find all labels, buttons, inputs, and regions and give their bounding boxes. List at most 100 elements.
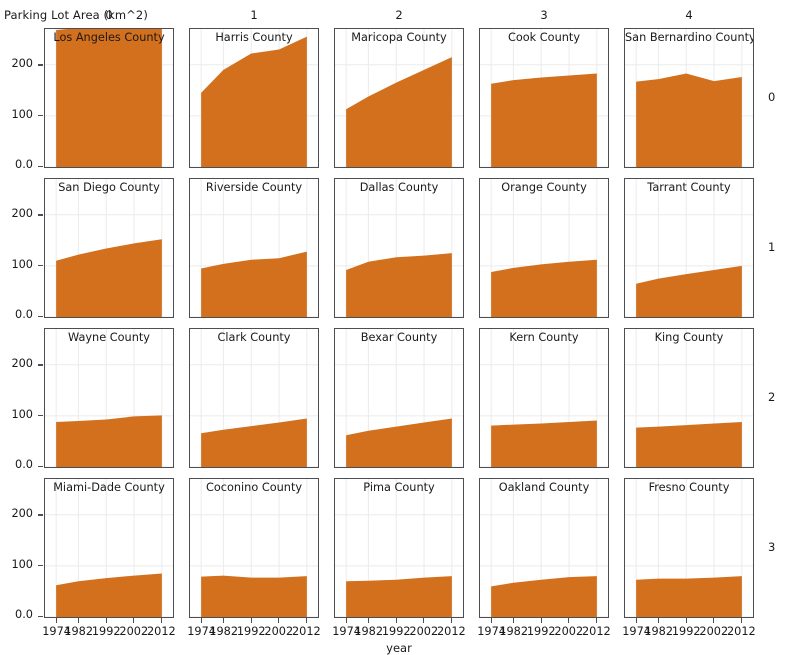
panel-plot-area <box>625 179 753 317</box>
x-tick-mark <box>568 618 570 623</box>
column-strip-label-0: 0 <box>105 8 113 22</box>
panel-plot-area <box>335 29 463 167</box>
y-tick-mark <box>38 265 43 267</box>
y-tick-label: 100 <box>11 557 33 571</box>
area-series <box>346 418 452 467</box>
facet-panel: Oakland County <box>479 478 609 618</box>
y-tick-mark <box>38 214 43 216</box>
facet-panel: Miami-Dade County <box>44 478 174 618</box>
area-series <box>636 576 742 617</box>
area-series <box>346 253 452 317</box>
y-tick-label: 200 <box>11 507 33 521</box>
panel-plot-area <box>45 479 173 617</box>
y-tick-mark <box>38 115 43 117</box>
facet-panel: Pima County <box>334 478 464 618</box>
panel-plot-area <box>190 29 318 167</box>
x-tick-mark <box>77 618 80 623</box>
facet-panel: Bexar County <box>334 328 464 468</box>
x-tick-mark <box>512 618 515 623</box>
panel-plot-area <box>190 479 318 617</box>
row-strip-label-0: 0 <box>768 90 776 104</box>
x-tick-mark <box>133 618 135 623</box>
facet-panel: Dallas County <box>334 178 464 318</box>
row-strip-label-2: 2 <box>768 390 776 404</box>
area-series <box>56 29 162 167</box>
x-tick-mark <box>345 618 348 623</box>
facet-panel: Riverside County <box>189 178 319 318</box>
y-tick-mark <box>38 315 43 318</box>
x-tick-mark <box>367 618 370 623</box>
y-tick-label: 0.0 <box>15 308 33 322</box>
facet-panel: Orange County <box>479 178 609 318</box>
y-tick-mark <box>38 165 43 168</box>
x-tick-mark <box>635 618 638 623</box>
facet-panel: Coconino County <box>189 478 319 618</box>
y-tick-label: 100 <box>11 407 33 421</box>
facet-panel: Kern County <box>479 328 609 468</box>
area-series <box>56 415 162 467</box>
panel-plot-area <box>480 179 608 317</box>
column-strip-label-2: 2 <box>395 8 403 22</box>
y-tick-label: 200 <box>11 57 33 71</box>
panel-plot-area <box>625 329 753 467</box>
x-tick-label: 2012 <box>146 625 176 638</box>
facet-panel: Cook County <box>479 28 609 168</box>
x-tick-mark <box>250 618 252 623</box>
y-tick-mark <box>38 64 43 66</box>
x-tick-label: 2012 <box>291 625 321 638</box>
area-series <box>491 576 597 617</box>
y-tick-mark <box>38 415 43 417</box>
facet-panel: Fresno County <box>624 478 754 618</box>
area-series <box>346 57 452 167</box>
x-tick-mark <box>395 618 397 623</box>
column-strip-label-3: 3 <box>540 8 548 22</box>
area-series <box>491 73 597 167</box>
y-tick-mark <box>38 615 43 618</box>
facet-panel: Harris County <box>189 28 319 168</box>
facet-panel: King County <box>624 328 754 468</box>
x-tick-mark <box>200 618 203 623</box>
panel-plot-area <box>480 479 608 617</box>
x-tick-mark <box>450 618 453 623</box>
facet-panel: Los Angeles County <box>44 28 174 168</box>
y-tick-mark <box>38 465 43 468</box>
x-tick-mark <box>105 618 107 623</box>
column-strip-label-1: 1 <box>250 8 258 22</box>
area-series <box>491 420 597 467</box>
facet-panel: Clark County <box>189 328 319 468</box>
area-series <box>56 573 162 617</box>
x-tick-mark <box>222 618 225 623</box>
row-strip-label-1: 1 <box>768 240 776 254</box>
y-tick-label: 100 <box>11 257 33 271</box>
area-series <box>491 259 597 317</box>
x-axis-title: year <box>386 641 412 655</box>
x-tick-mark <box>713 618 715 623</box>
panel-plot-area <box>335 479 463 617</box>
facet-panel: Tarrant County <box>624 178 754 318</box>
facet-panel: Maricopa County <box>334 28 464 168</box>
facet-chart-figure: Parking Lot Area (km^2) 01234 0123 Los A… <box>0 0 800 655</box>
area-series <box>636 422 742 467</box>
area-series <box>201 251 307 317</box>
x-tick-mark <box>685 618 687 623</box>
x-tick-mark <box>55 618 58 623</box>
panel-plot-area <box>45 29 173 167</box>
x-tick-label: 2012 <box>581 625 611 638</box>
x-tick-mark <box>595 618 598 623</box>
x-tick-mark <box>278 618 280 623</box>
x-tick-label: 2012 <box>726 625 756 638</box>
x-tick-mark <box>160 618 163 623</box>
area-series <box>56 239 162 317</box>
y-tick-mark <box>38 565 43 567</box>
x-tick-mark <box>423 618 425 623</box>
area-series <box>346 576 452 617</box>
y-tick-mark <box>38 364 43 366</box>
y-tick-mark <box>38 514 43 516</box>
panel-plot-area <box>45 329 173 467</box>
x-tick-mark <box>740 618 743 623</box>
panel-plot-area <box>190 329 318 467</box>
panel-plot-area <box>45 179 173 317</box>
area-series <box>201 418 307 467</box>
panel-plot-area <box>625 29 753 167</box>
y-tick-label: 100 <box>11 107 33 121</box>
